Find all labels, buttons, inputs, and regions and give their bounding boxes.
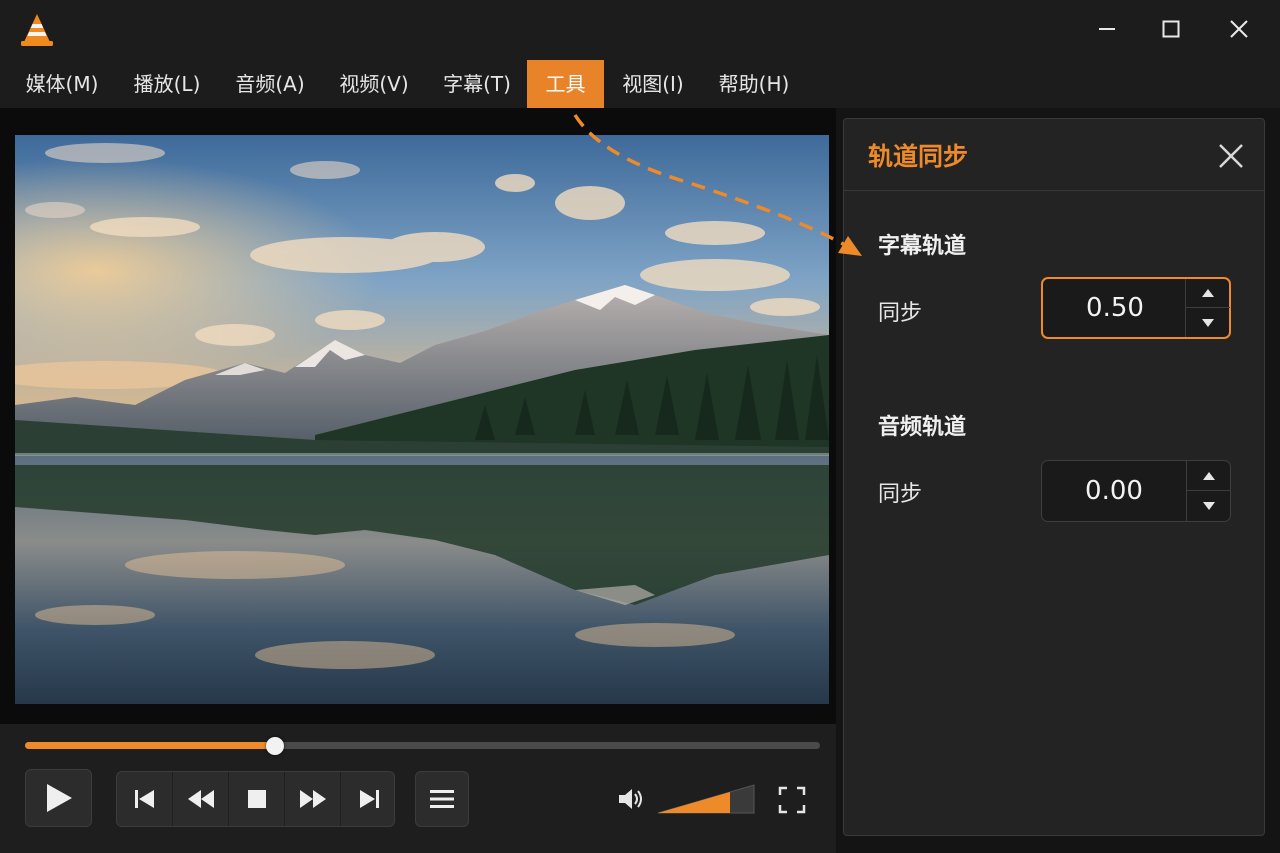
fast-forward-button[interactable] [285, 772, 341, 826]
menu-playback[interactable]: 播放(L) [122, 60, 212, 108]
transport-button-group [116, 771, 395, 827]
video-display[interactable] [15, 135, 829, 704]
triangle-up-icon [1203, 471, 1215, 480]
seek-bar-handle[interactable] [266, 737, 285, 755]
minimize-icon [1099, 28, 1115, 30]
menu-media[interactable]: 媒体(M) [14, 60, 110, 108]
volume-slider[interactable] [656, 783, 756, 815]
fast-forward-icon [299, 790, 326, 808]
track-sync-panel: 轨道同步 字幕轨道 同步 0.50 音频轨道 同步 0.00 [843, 118, 1265, 836]
title-bar [0, 0, 1280, 60]
subtitle-sync-stepper [1185, 279, 1230, 337]
maximize-button[interactable] [1146, 10, 1196, 48]
subtitle-sync-label: 同步 [878, 301, 923, 326]
playlist-icon [430, 790, 454, 808]
audio-sync-increment[interactable] [1187, 461, 1231, 491]
rewind-icon [187, 790, 214, 808]
video-frame-image [15, 135, 829, 704]
menu-audio[interactable]: 音频(A) [224, 60, 316, 108]
audio-sync-label: 同步 [878, 482, 923, 507]
subtitle-sync-value[interactable]: 0.50 [1043, 279, 1187, 337]
audio-track-heading: 音频轨道 [878, 415, 967, 440]
stop-icon [247, 790, 266, 808]
menu-subtitle[interactable]: 字幕(T) [432, 60, 522, 108]
audio-sync-stepper [1186, 461, 1231, 521]
playback-controls [0, 724, 836, 853]
close-window-button[interactable] [1214, 10, 1264, 48]
close-panel-icon[interactable] [1216, 141, 1246, 171]
stop-button[interactable] [229, 772, 285, 826]
fullscreen-icon[interactable] [778, 786, 806, 814]
subtitle-sync-decrement[interactable] [1186, 308, 1230, 337]
side-panel-area: 轨道同步 字幕轨道 同步 0.50 音频轨道 同步 0.00 [836, 108, 1280, 853]
play-icon [46, 784, 72, 812]
menu-view[interactable]: 视图(I) [612, 60, 694, 108]
minimize-button[interactable] [1082, 10, 1132, 48]
panel-header: 轨道同步 [844, 119, 1264, 191]
rewind-button[interactable] [173, 772, 229, 826]
volume-icon[interactable] [617, 787, 645, 811]
seek-bar[interactable] [25, 737, 820, 755]
skip-next-icon [360, 790, 379, 808]
panel-title: 轨道同步 [868, 142, 969, 171]
skip-previous-button[interactable] [117, 772, 173, 826]
maximize-icon [1162, 20, 1180, 38]
skip-next-button[interactable] [341, 772, 397, 826]
vlc-cone-icon [21, 14, 53, 46]
audio-sync-value[interactable]: 0.00 [1042, 461, 1186, 521]
triangle-down-icon [1203, 502, 1215, 510]
triangle-down-icon [1202, 318, 1214, 327]
play-button[interactable] [25, 769, 92, 827]
playlist-button[interactable] [415, 771, 469, 827]
menu-tools[interactable]: 工具 [527, 60, 604, 108]
audio-sync-decrement[interactable] [1187, 491, 1231, 521]
close-icon [1230, 20, 1248, 38]
triangle-up-icon [1202, 289, 1214, 297]
skip-previous-icon [134, 790, 154, 808]
subtitle-sync-spinbox[interactable]: 0.50 [1041, 277, 1231, 339]
video-frame [0, 108, 836, 724]
subtitle-sync-increment[interactable] [1186, 279, 1230, 308]
menu-help[interactable]: 帮助(H) [706, 60, 802, 108]
menu-video[interactable]: 视频(V) [328, 60, 420, 108]
audio-sync-spinbox[interactable]: 0.00 [1041, 460, 1231, 522]
menu-bar: 媒体(M) 播放(L) 音频(A) 视频(V) 字幕(T) 工具 视图(I) 帮… [0, 60, 1280, 108]
seek-bar-progress [25, 742, 276, 749]
subtitle-track-heading: 字幕轨道 [878, 234, 967, 259]
